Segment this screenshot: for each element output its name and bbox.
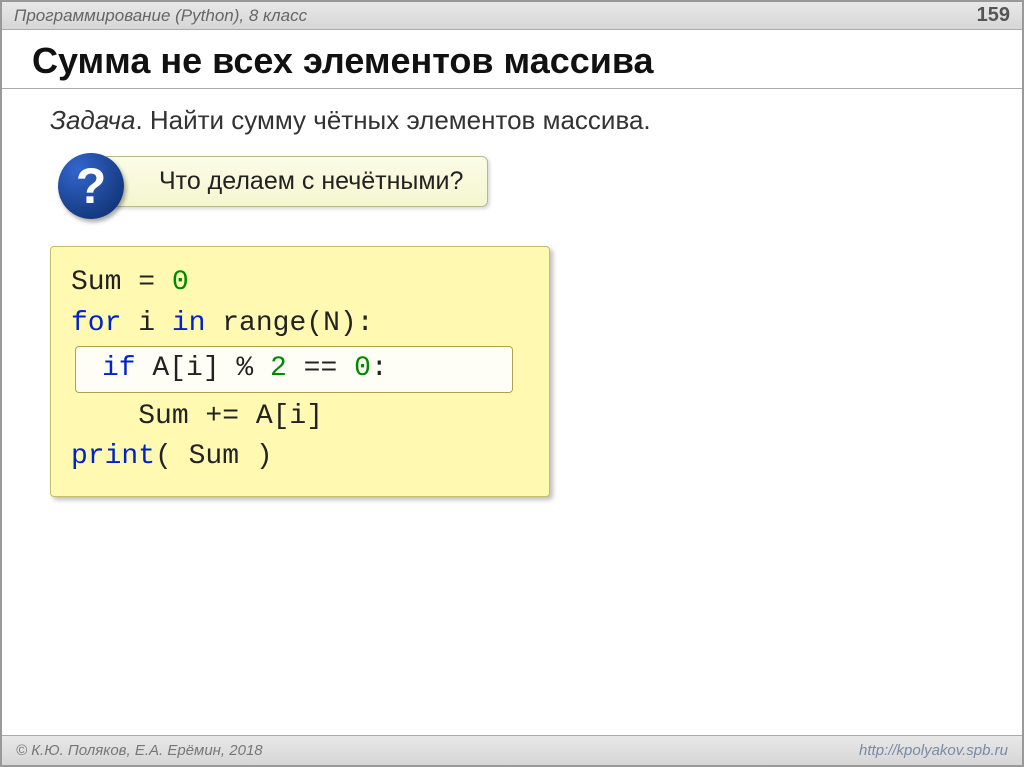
hint-text: Что делаем с нечётными? — [159, 167, 463, 195]
code-text: Sum = — [71, 267, 172, 298]
code-keyword: for — [71, 308, 121, 339]
slide-title: Сумма не всех элементов массива — [32, 40, 992, 82]
task-line: Задача. Найти сумму чётных элементов мас… — [50, 105, 982, 136]
hint-box: Что делаем с нечётными? — [102, 156, 488, 207]
code-keyword: if — [102, 353, 136, 384]
question-badge-icon: ? — [58, 153, 124, 219]
slide-body: Задача. Найти сумму чётных элементов мас… — [2, 89, 1022, 735]
code-text: == — [287, 353, 354, 384]
code-number: 2 — [270, 353, 287, 384]
code-text: A[i] % — [136, 353, 270, 384]
code-keyword: print — [71, 441, 155, 472]
code-text: range — [205, 308, 306, 339]
code-keyword: in — [172, 308, 206, 339]
footer-copyright: © К.Ю. Поляков, Е.А. Ерёмин, 2018 — [16, 742, 263, 759]
slide-header: Программирование (Python), 8 класс 159 — [2, 2, 1022, 30]
code-number: 0 — [172, 267, 189, 298]
task-text: . Найти сумму чётных элементов массива. — [135, 105, 650, 135]
condition-highlight: if A[i] % 2 == 0: — [75, 346, 513, 393]
code-text: : — [371, 353, 388, 384]
code-text: ( Sum ) — [155, 441, 273, 472]
hint-row: Что делаем с нечётными? ? — [50, 154, 982, 212]
page-number: 159 — [977, 4, 1010, 27]
course-label: Программирование (Python), 8 класс — [14, 6, 307, 26]
code-line-4: Sum += A[i] — [71, 397, 529, 438]
code-text: i — [121, 308, 171, 339]
code-text: (N): — [306, 308, 373, 339]
code-line-3: if A[i] % 2 == 0: — [76, 349, 512, 390]
footer-url: http://kpolyakov.spb.ru — [859, 742, 1008, 759]
code-line-1: Sum = 0 — [71, 263, 529, 304]
question-mark: ? — [76, 157, 107, 215]
code-line-2: for i in range(N): — [71, 304, 529, 345]
title-area: Сумма не всех элементов массива — [2, 30, 1022, 89]
task-label: Задача — [50, 105, 135, 135]
slide: Программирование (Python), 8 класс 159 С… — [0, 0, 1024, 767]
code-block: Sum = 0 for i in range(N): if A[i] % 2 =… — [50, 246, 550, 497]
code-line-5: print( Sum ) — [71, 437, 529, 478]
code-number: 0 — [354, 353, 371, 384]
slide-footer: © К.Ю. Поляков, Е.А. Ерёмин, 2018 http:/… — [2, 735, 1022, 765]
